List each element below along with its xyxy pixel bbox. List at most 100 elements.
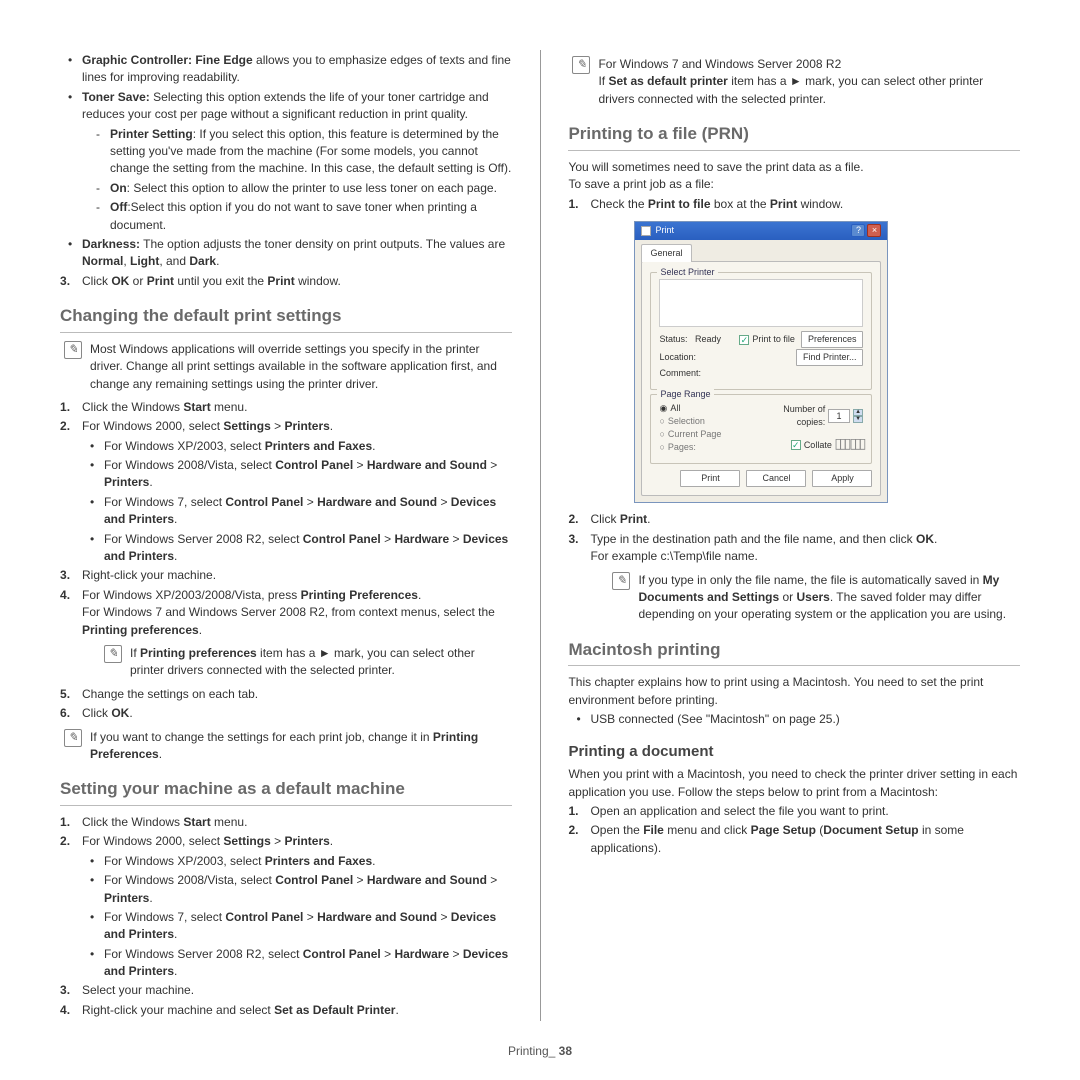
paragraph: When you print with a Macintosh, you nee… [568, 766, 1020, 801]
note-icon: ✎ [64, 729, 82, 747]
step-item: Right-click your machine. [60, 567, 512, 584]
tab-general[interactable]: General [641, 244, 691, 262]
toner-sublist: Printer Setting: If you select this opti… [82, 126, 512, 234]
printer-list[interactable] [659, 279, 863, 327]
page-footer: Printing_ 38 [0, 1043, 1080, 1060]
note-block: ✎ If you want to change the settings for… [64, 729, 512, 764]
sub-bullets: For Windows XP/2003, select Printers and… [82, 853, 512, 981]
note-text: If you want to change the settings for e… [90, 729, 512, 764]
note-text: For Windows 7 and Windows Server 2008 R2… [598, 56, 1020, 108]
preferences-button[interactable]: Preferences [801, 331, 864, 348]
radio-all[interactable]: ◉ All [659, 402, 680, 415]
note-text: If Printing preferences item has a ► mar… [130, 645, 512, 680]
column-divider [540, 50, 541, 1021]
list-item: USB connected (See "Macintosh" on page 2… [590, 711, 1020, 728]
note-block: ✎ For Windows 7 and Windows Server 2008 … [572, 56, 1020, 108]
radio-pages[interactable]: ○ Pages: [659, 441, 695, 454]
heading-mac: Macintosh printing [568, 638, 1020, 667]
step-item: Right-click your machine and select Set … [60, 1002, 512, 1019]
right-column: ✎ For Windows 7 and Windows Server 2008 … [568, 50, 1020, 1021]
note-icon: ✎ [104, 645, 122, 663]
cancel-button[interactable]: Cancel [746, 470, 806, 487]
note-icon: ✎ [572, 56, 590, 74]
step-item: For Windows 2000, select Settings > Prin… [60, 833, 512, 980]
dialog-frame: Select Printer Status: Ready ✓Print to f… [641, 261, 881, 496]
list-item: Off:Select this option if you do not wan… [110, 199, 512, 234]
footer-page: 38 [559, 1044, 572, 1058]
heading-changing-defaults: Changing the default print settings [60, 304, 512, 333]
location-label: Location: [659, 351, 696, 364]
mac-bullets: USB connected (See "Macintosh" on page 2… [568, 711, 1020, 728]
status-label: Status: [659, 334, 687, 344]
comment-label: Comment: [659, 367, 701, 380]
status-value: Ready [695, 334, 721, 344]
list-item: For Windows Server 2008 R2, select Contr… [104, 946, 512, 981]
list-item: For Windows XP/2003, select Printers and… [104, 853, 512, 870]
note-block: ✎ If you type in only the file name, the… [612, 572, 1020, 624]
dialog-titlebar: Print ? × [635, 222, 887, 240]
find-printer-button[interactable]: Find Printer... [796, 349, 864, 366]
collate-checkbox[interactable]: ✓Collate [791, 439, 832, 452]
print-button[interactable]: Print [680, 470, 740, 487]
step-item: Click Print. [568, 511, 1020, 528]
group-select-printer: Select Printer Status: Ready ✓Print to f… [650, 272, 872, 390]
note-block: ✎ If Printing preferences item has a ► m… [104, 645, 512, 680]
group-title: Select Printer [657, 266, 717, 279]
heading-print-doc: Printing a document [568, 741, 1020, 763]
note-text: Most Windows applications will override … [90, 341, 512, 393]
print-dialog: Print ? × General Select Printer [634, 221, 888, 503]
list-item: On: Select this option to allow the prin… [110, 180, 512, 197]
collate-icon: ▯▯▯ ▯▯▯ [834, 435, 863, 451]
list-item: For Windows 2008/Vista, select Control P… [104, 872, 512, 907]
dialog-body: General Select Printer Status: Ready ✓Pr… [635, 240, 887, 502]
paragraph: You will sometimes need to save the prin… [568, 159, 1020, 176]
step-item: Check the Print to file box at the Print… [568, 196, 1020, 504]
note-block: ✎ Most Windows applications will overrid… [64, 341, 512, 393]
step-item: Select your machine. [60, 982, 512, 999]
printdoc-steps: Open an application and select the file … [568, 803, 1020, 857]
list-item: For Windows XP/2003, select Printers and… [104, 438, 512, 455]
paragraph: To save a print job as a file: [568, 176, 1020, 193]
step-item: Click OK. [60, 705, 512, 722]
step-item: For Windows 2000, select Settings > Prin… [60, 418, 512, 565]
help-icon[interactable]: ? [851, 224, 865, 237]
prn-steps: Check the Print to file box at the Print… [568, 196, 1020, 624]
print-to-file-checkbox[interactable]: ✓Print to file [739, 331, 795, 348]
copies-spinner[interactable]: ▲▼ [853, 409, 864, 423]
setting-steps: Click the Windows Start menu. For Window… [60, 814, 512, 1019]
apply-button[interactable]: Apply [812, 470, 872, 487]
heading-setting-default: Setting your machine as a default machin… [60, 777, 512, 806]
copies-input[interactable]: 1 [828, 409, 850, 423]
group-title: Page Range [657, 388, 713, 401]
list-item: For Windows 7, select Control Panel > Ha… [104, 909, 512, 944]
radio-selection[interactable]: ○ Selection [659, 415, 704, 428]
list-item: For Windows 7, select Control Panel > Ha… [104, 494, 512, 529]
group-page-range: Page Range ◉ All ○ Selection ○ Current P… [650, 394, 872, 464]
radio-current[interactable]: ○ Current Page [659, 428, 721, 441]
step-item: Click OK or Print until you exit the Pri… [60, 273, 512, 290]
step-list: Click OK or Print until you exit the Pri… [60, 273, 512, 290]
copies-label: Number of copies: [760, 403, 825, 429]
dialog-title: Print [655, 224, 674, 237]
paragraph: This chapter explains how to print using… [568, 674, 1020, 709]
feature-list: Graphic Controller: Fine Edge allows you… [60, 52, 512, 271]
step-item: Click the Windows Start menu. [60, 399, 512, 416]
close-icon[interactable]: × [867, 224, 881, 237]
heading-prn: Printing to a file (PRN) [568, 122, 1020, 151]
feature-item: Toner Save: Selecting this option extend… [82, 89, 512, 234]
sub-bullets: For Windows XP/2003, select Printers and… [82, 438, 512, 566]
changing-steps: Click the Windows Start menu. For Window… [60, 399, 512, 723]
list-item: For Windows Server 2008 R2, select Contr… [104, 531, 512, 566]
note-icon: ✎ [64, 341, 82, 359]
printer-icon [641, 226, 651, 236]
list-item: Printer Setting: If you select this opti… [110, 126, 512, 178]
feature-item: Darkness: The option adjusts the toner d… [82, 236, 512, 271]
footer-section: Printing_ [508, 1044, 555, 1058]
note-icon: ✎ [612, 572, 630, 590]
list-item: For Windows 2008/Vista, select Control P… [104, 457, 512, 492]
step-item: For Windows XP/2003/2008/Vista, press Pr… [60, 587, 512, 680]
step-item: Type in the destination path and the fil… [568, 531, 1020, 624]
left-column: Graphic Controller: Fine Edge allows you… [60, 50, 512, 1021]
step-item: Open an application and select the file … [568, 803, 1020, 820]
step-item: Open the File menu and click Page Setup … [568, 822, 1020, 857]
